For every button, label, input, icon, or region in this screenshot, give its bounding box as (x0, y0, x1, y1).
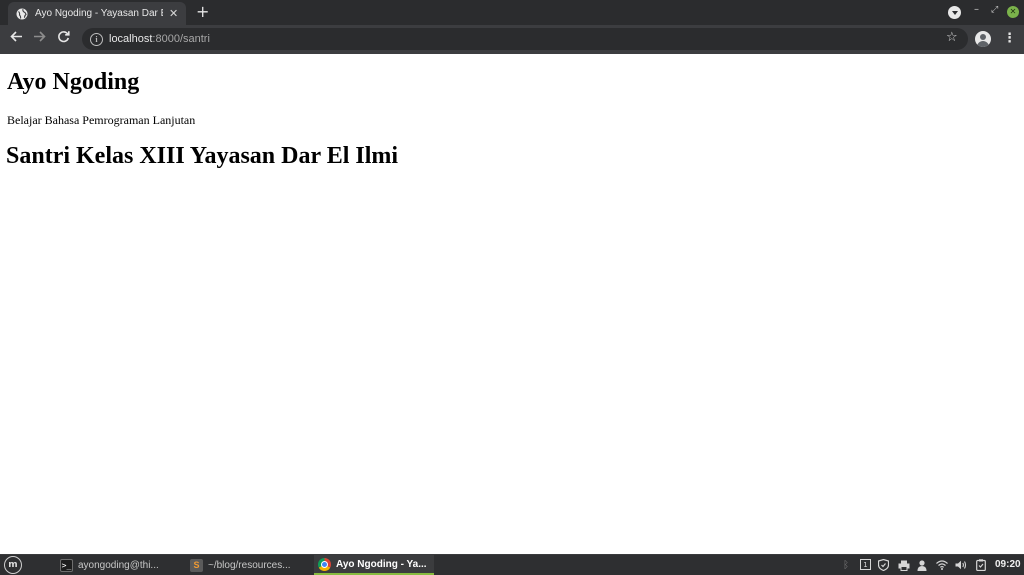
browser-tab-strip: Ayo Ngoding - Yayasan Dar El Ilmi ✕ + – … (0, 0, 1024, 25)
url-path: :8000/santri (152, 33, 210, 45)
terminal-icon: >_ (60, 558, 73, 572)
tab-search-dropdown-icon[interactable] (948, 6, 961, 19)
taskbar-item-label: ayongoding@thi... (78, 559, 159, 571)
section-heading: Santri Kelas XIII Yayasan Dar El Ilmi (6, 143, 399, 169)
taskbar-item-chrome[interactable]: Ayo Ngoding - Ya... (314, 555, 434, 575)
url-host: localhost (109, 33, 153, 45)
wifi-icon[interactable] (936, 558, 948, 572)
tab-close-icon[interactable]: ✕ (169, 7, 178, 20)
window-close-icon[interactable]: ✕ (1007, 6, 1019, 18)
printer-icon[interactable] (898, 558, 910, 572)
volume-icon[interactable] (955, 558, 967, 572)
page-subtitle: Belajar Bahasa Pemrograman Lanjutan (7, 113, 196, 127)
clock[interactable]: 09:20 (995, 559, 1021, 570)
taskbar-item-label: Ayo Ngoding - Ya... (336, 558, 427, 570)
bookmark-star-icon[interactable]: ☆ (946, 30, 958, 45)
globe-icon (16, 8, 28, 19)
tab-title: Ayo Ngoding - Yayasan Dar El Ilmi (35, 8, 163, 19)
window-minimize-icon[interactable]: – (974, 4, 979, 15)
chrome-icon (318, 557, 331, 571)
page-content: Ayo Ngoding Belajar Bahasa Pemrograman L… (0, 54, 1024, 554)
sublime-text-icon: S (190, 558, 203, 572)
back-arrow-icon[interactable] (10, 30, 23, 48)
reload-icon[interactable] (57, 30, 70, 48)
info-icon[interactable]: i (90, 32, 103, 46)
os-taskbar: m >_ ayongoding@thi... S ~/blog/resource… (0, 554, 1024, 575)
browser-menu-icon[interactable]: ⋮ (1003, 31, 1016, 47)
address-url[interactable]: localhost:8000/santri (109, 33, 210, 45)
address-bar[interactable]: i localhost:8000/santri (82, 28, 968, 50)
taskbar-item-terminal[interactable]: >_ ayongoding@thi... (60, 555, 159, 575)
bluetooth-icon[interactable]: ᛒ (843, 558, 849, 572)
taskbar-item-sublime[interactable]: S ~/blog/resources... (190, 555, 291, 575)
window-maximize-icon[interactable]: ⤢ (991, 5, 998, 15)
calendar-icon[interactable]: 1 (860, 559, 871, 570)
browser-tab[interactable]: Ayo Ngoding - Yayasan Dar El Ilmi ✕ (8, 2, 186, 25)
taskbar-item-label: ~/blog/resources... (208, 559, 291, 571)
user-icon[interactable] (917, 558, 927, 572)
linux-mint-menu-icon[interactable]: m (4, 556, 22, 574)
profile-account-icon[interactable] (975, 31, 991, 47)
forward-arrow-icon[interactable] (33, 30, 46, 48)
new-tab-button[interactable]: + (196, 3, 209, 21)
clipboard-battery-icon[interactable] (976, 558, 986, 572)
page-title: Ayo Ngoding (7, 69, 140, 95)
update-shield-icon[interactable] (878, 558, 889, 572)
browser-toolbar: i localhost:8000/santri ☆ ⋮ (0, 25, 1024, 54)
